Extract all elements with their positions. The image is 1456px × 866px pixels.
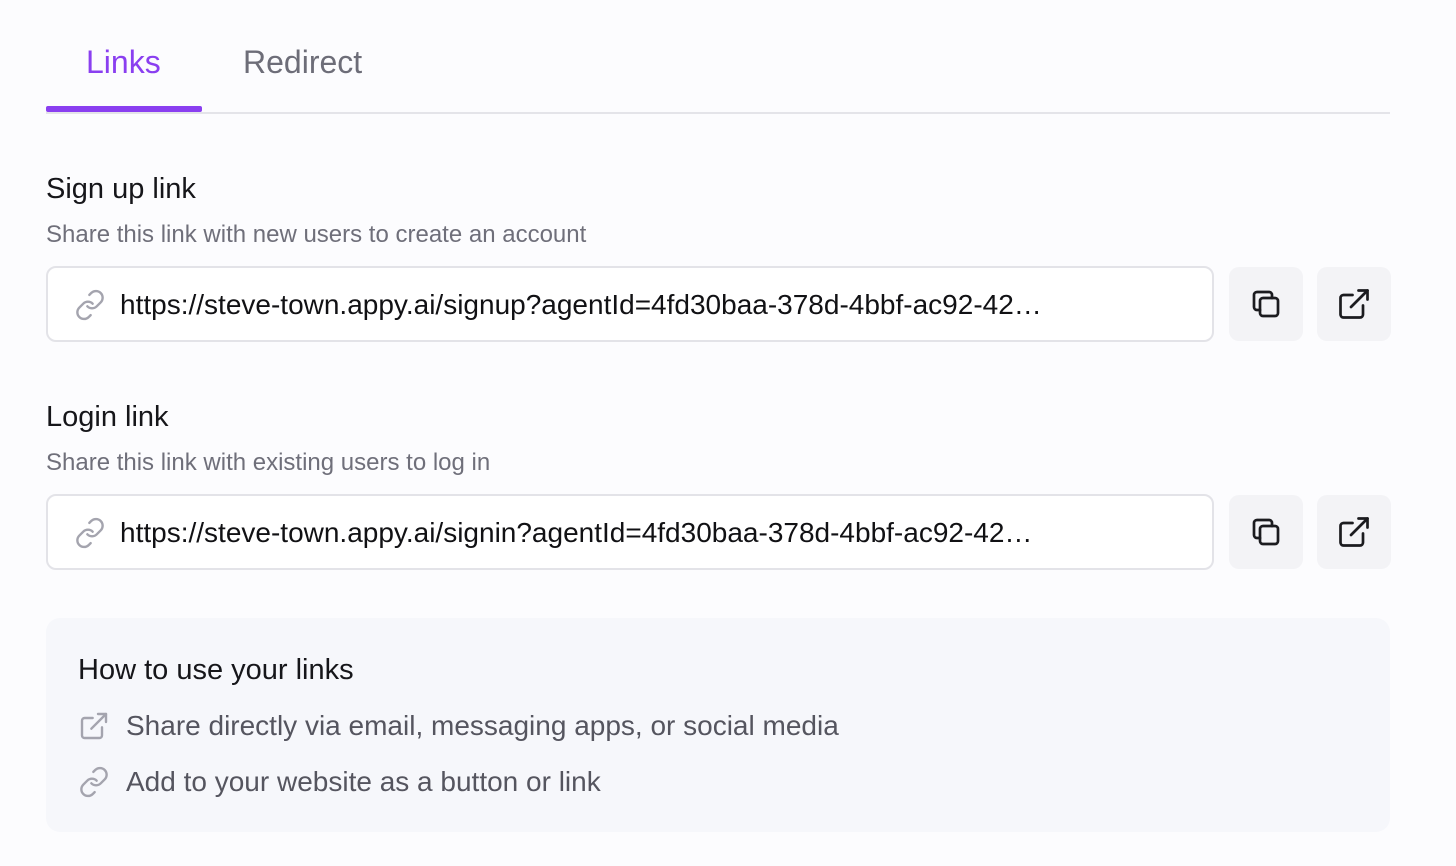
login-url-input[interactable]	[120, 510, 1190, 556]
info-item-text: Share directly via email, messaging apps…	[126, 710, 839, 741]
link-icon	[80, 766, 108, 798]
copy-icon	[1252, 518, 1280, 546]
external-link-icon	[1339, 289, 1369, 319]
external-link-icon	[1339, 517, 1369, 547]
signup-url-input[interactable]	[120, 282, 1190, 328]
how-to-use-title: How to use your links	[78, 654, 354, 686]
login-link-field[interactable]	[46, 494, 1214, 570]
copy-icon	[1252, 290, 1280, 318]
signup-link-title: Sign up link	[46, 173, 196, 205]
info-item-website: Add to your website as a button or link	[78, 762, 601, 802]
how-to-use-box: How to use your links Share directly via…	[46, 618, 1390, 832]
share-links-panel: Links Redirect Sign up link Share this l…	[0, 0, 1456, 866]
tab-links[interactable]: Links	[86, 40, 161, 84]
signup-link-description: Share this link with new users to create…	[46, 221, 587, 248]
login-link-title: Login link	[46, 401, 169, 433]
tab-bar: Links Redirect	[46, 0, 1390, 114]
info-item-text: Add to your website as a button or link	[126, 766, 601, 797]
link-icon	[76, 517, 104, 549]
tab-redirect[interactable]: Redirect	[243, 40, 362, 84]
open-signup-button[interactable]	[1317, 267, 1391, 341]
external-link-icon	[80, 712, 108, 740]
active-tab-indicator	[46, 106, 202, 112]
login-link-description: Share this link with existing users to l…	[46, 449, 491, 476]
signup-link-field[interactable]	[46, 266, 1214, 342]
link-icon	[76, 289, 104, 321]
copy-login-button[interactable]	[1229, 495, 1303, 569]
copy-signup-button[interactable]	[1229, 267, 1303, 341]
info-item-share: Share directly via email, messaging apps…	[78, 706, 839, 746]
open-login-button[interactable]	[1317, 495, 1391, 569]
